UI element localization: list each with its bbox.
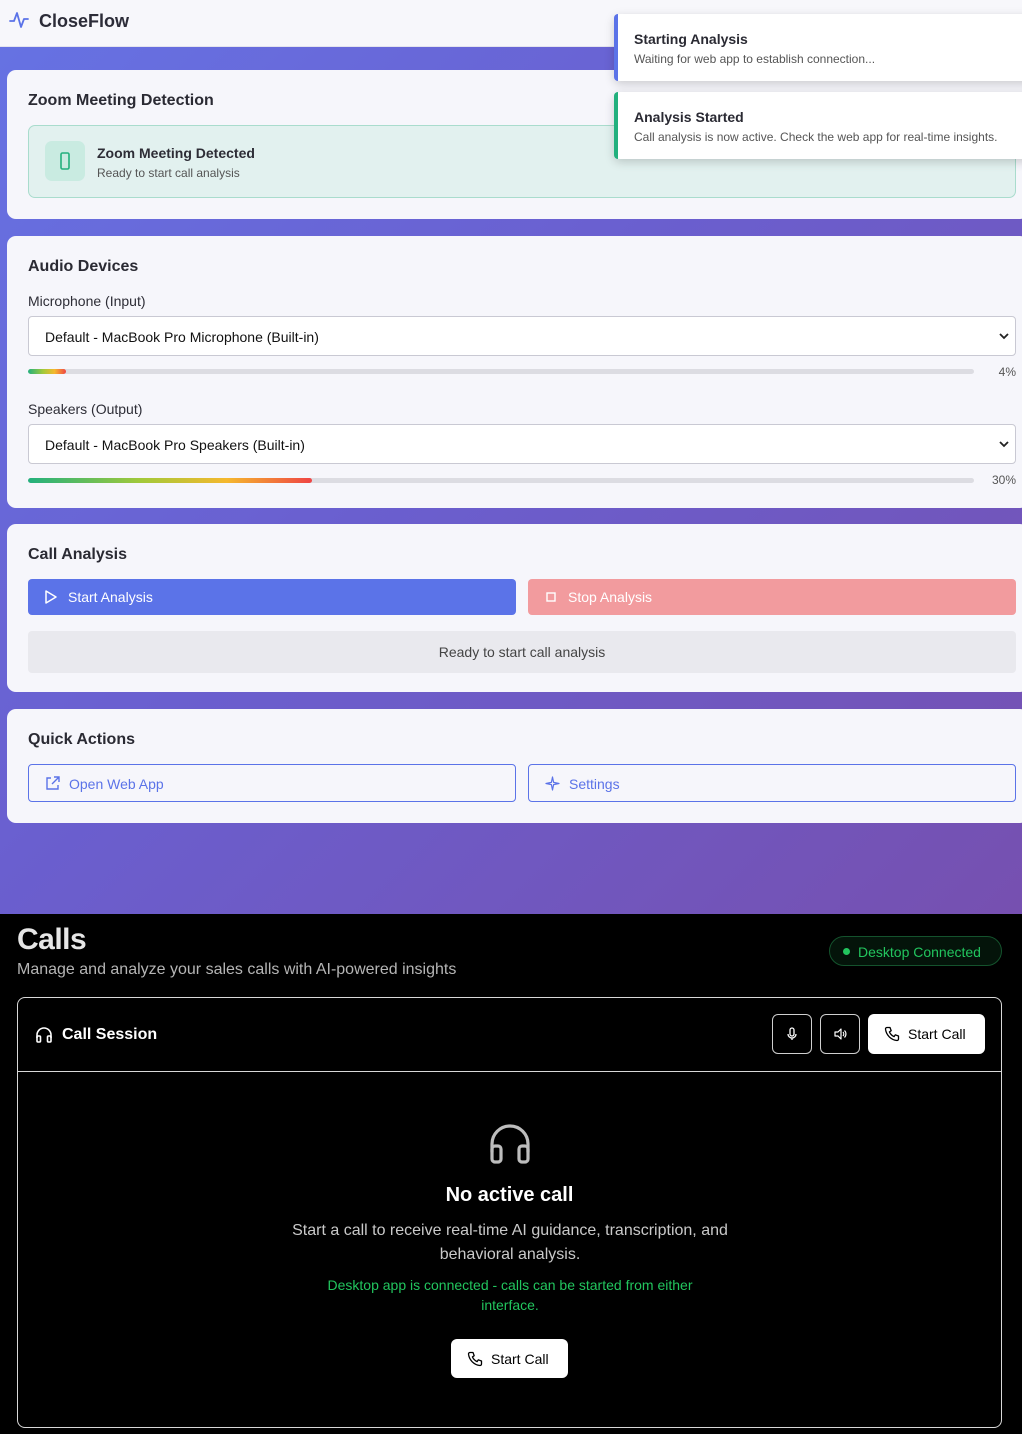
phone-icon <box>467 1351 483 1367</box>
zoom-card-title: Zoom Meeting Detection <box>28 92 214 109</box>
stop-analysis-button[interactable]: Stop Analysis <box>528 579 1016 615</box>
analysis-status: Ready to start call analysis <box>28 631 1016 673</box>
status-dot-icon <box>843 948 850 955</box>
start-call-empty-button[interactable]: Start Call <box>451 1339 568 1378</box>
start-call-label: Start Call <box>908 1026 966 1042</box>
microphone-level-text: 4% <box>998 365 1016 379</box>
start-call-empty-label: Start Call <box>491 1351 549 1367</box>
toast-accent-bar <box>614 14 618 81</box>
speakers-level-fill <box>28 478 312 483</box>
microphone-icon <box>787 1027 797 1040</box>
desktop-app: CloseFlow Zoom Meeting Detection Zoom Me… <box>0 0 1022 914</box>
speaker-icon <box>834 1028 847 1040</box>
toast-title: Starting Analysis <box>634 31 748 47</box>
start-analysis-label: Start Analysis <box>68 589 153 605</box>
phone-icon <box>884 1026 900 1042</box>
headphones-icon <box>490 1124 530 1164</box>
microphone-toggle-button[interactable] <box>772 1014 812 1054</box>
status-badge: Desktop Connected <box>829 936 1002 966</box>
chevron-down-icon <box>999 441 1009 448</box>
settings-button[interactable]: Settings <box>528 764 1016 802</box>
empty-state-description: Start a call to receive real-time AI gui… <box>292 1222 728 1263</box>
open-web-app-label: Open Web App <box>69 776 164 792</box>
microphone-label: Microphone (Input) <box>28 293 146 309</box>
app-name: CloseFlow <box>39 11 130 31</box>
empty-state-connected-note: Desktop app is connected - calls can be … <box>327 1277 693 1313</box>
toast-message: Waiting for web app to establish connect… <box>634 52 876 66</box>
stop-analysis-label: Stop Analysis <box>568 589 653 605</box>
microphone-level-fill <box>28 369 66 374</box>
zoom-status-title: Zoom Meeting Detected <box>97 145 255 161</box>
call-analysis-card: Call Analysis Start Analysis Stop Analys… <box>7 524 1022 692</box>
status-badge-label: Desktop Connected <box>858 944 981 960</box>
stop-icon <box>546 592 556 602</box>
headphones-icon <box>36 1027 52 1043</box>
phone-device-icon <box>60 152 70 170</box>
microphone-level-meter <box>28 369 974 374</box>
chevron-down-icon <box>999 333 1009 340</box>
quick-actions-card: Quick Actions Open Web App Settings <box>7 709 1022 823</box>
toast-title: Analysis Started <box>634 109 744 125</box>
speakers-selected-value: Default - MacBook Pro Speakers (Built-in… <box>45 437 305 453</box>
empty-state-title: No active call <box>445 1184 574 1206</box>
call-session-title: Call Session <box>62 1026 158 1043</box>
page-title: Calls <box>17 923 87 956</box>
toast-message: Call analysis is now active. Check the w… <box>634 130 998 144</box>
speaker-toggle-button[interactable] <box>820 1014 860 1054</box>
audio-devices-card: Audio Devices Microphone (Input) Default… <box>7 236 1022 508</box>
speakers-level-meter <box>28 478 974 483</box>
call-session-panel: Call Session Start Call No active call S… <box>17 997 1002 1428</box>
speakers-select[interactable]: Default - MacBook Pro Speakers (Built-in… <box>28 424 1016 464</box>
analysis-card-title: Call Analysis <box>28 546 128 563</box>
microphone-select[interactable]: Default - MacBook Pro Microphone (Built-… <box>28 316 1016 356</box>
toast-analysis-started: Analysis Started Call analysis is now ac… <box>614 92 1022 159</box>
activity-icon <box>9 12 29 28</box>
external-link-icon <box>46 776 60 790</box>
speakers-label: Speakers (Output) <box>28 401 143 417</box>
sparkle-icon <box>545 776 560 791</box>
zoom-icon-container <box>45 141 85 181</box>
toast-accent-bar <box>614 92 618 159</box>
microphone-selected-value: Default - MacBook Pro Microphone (Built-… <box>45 329 319 345</box>
start-call-button[interactable]: Start Call <box>868 1014 985 1054</box>
toast-starting-analysis: Starting Analysis Waiting for web app to… <box>614 14 1022 81</box>
page-subtitle: Manage and analyze your sales calls with… <box>17 961 457 978</box>
play-icon <box>45 590 57 604</box>
settings-label: Settings <box>569 776 620 792</box>
zoom-status-subtitle: Ready to start call analysis <box>97 166 240 180</box>
call-session-header: Call Session Start Call <box>18 998 1001 1072</box>
start-analysis-button[interactable]: Start Analysis <box>28 579 516 615</box>
web-app: Calls Manage and analyze your sales call… <box>0 914 1022 1434</box>
speakers-level-text: 30% <box>991 473 1016 487</box>
open-web-app-button[interactable]: Open Web App <box>28 764 516 802</box>
audio-card-title: Audio Devices <box>28 258 139 275</box>
quick-actions-title: Quick Actions <box>28 731 135 748</box>
